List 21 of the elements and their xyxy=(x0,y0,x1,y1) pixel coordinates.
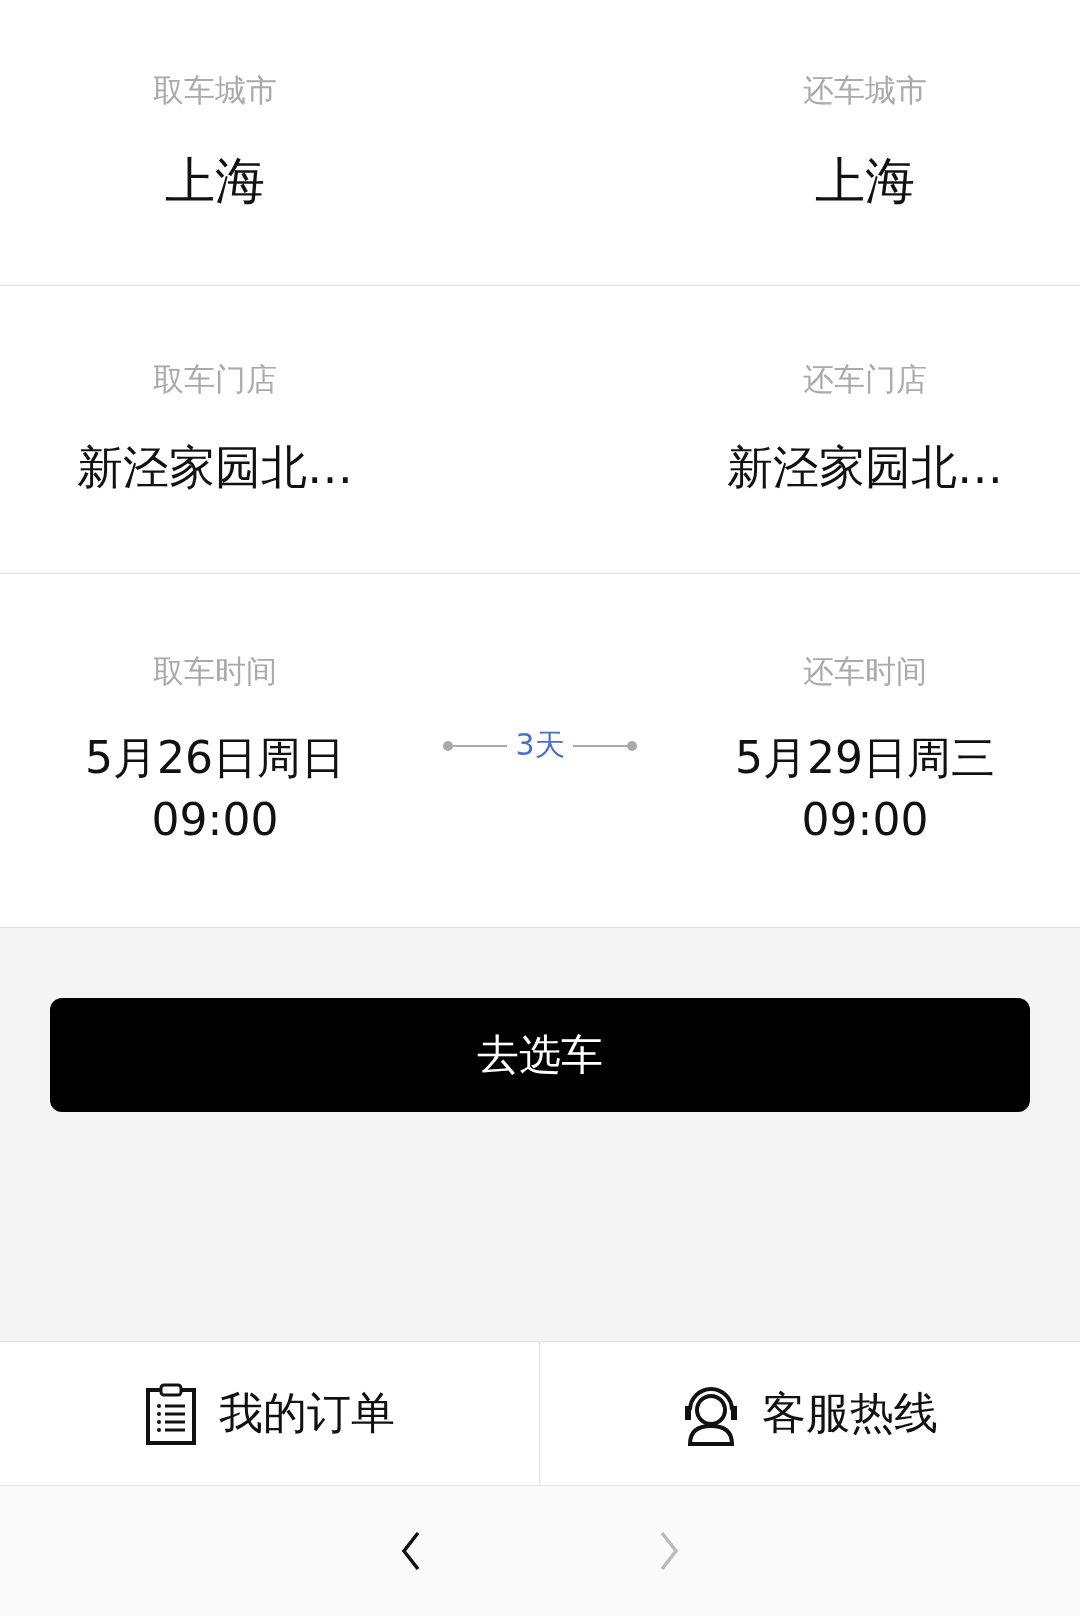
field-label: 还车门店 xyxy=(803,360,927,400)
field-label: 取车门店 xyxy=(153,360,277,400)
time-text[interactable]: 09:00 xyxy=(151,788,279,851)
field-label: 还车时间 xyxy=(803,651,927,691)
city-name[interactable]: 上海 xyxy=(165,145,265,216)
choose-car-button[interactable]: 去选车 xyxy=(50,998,1030,1112)
date-text[interactable]: 5月26日周日 xyxy=(85,726,345,789)
store-name[interactable]: 新泾家园北… xyxy=(77,435,353,500)
field-label: 还车城市 xyxy=(803,70,927,110)
duration-text: 3天 xyxy=(515,726,565,764)
time-text[interactable]: 09:00 xyxy=(801,788,929,851)
connector-line-icon xyxy=(572,738,639,753)
connector-line-icon xyxy=(441,738,508,753)
date-text[interactable]: 5月29日周三 xyxy=(735,726,995,789)
field-label: 取车城市 xyxy=(153,70,277,110)
field-label: 取车时间 xyxy=(153,651,277,691)
store-name[interactable]: 新泾家园北… xyxy=(727,435,1003,500)
city-name[interactable]: 上海 xyxy=(815,145,915,216)
bottom-bar-label: 我的订单 xyxy=(218,1386,395,1440)
bottom-bar-label: 客服热线 xyxy=(762,1386,938,1440)
clipboard-icon xyxy=(144,1381,197,1446)
